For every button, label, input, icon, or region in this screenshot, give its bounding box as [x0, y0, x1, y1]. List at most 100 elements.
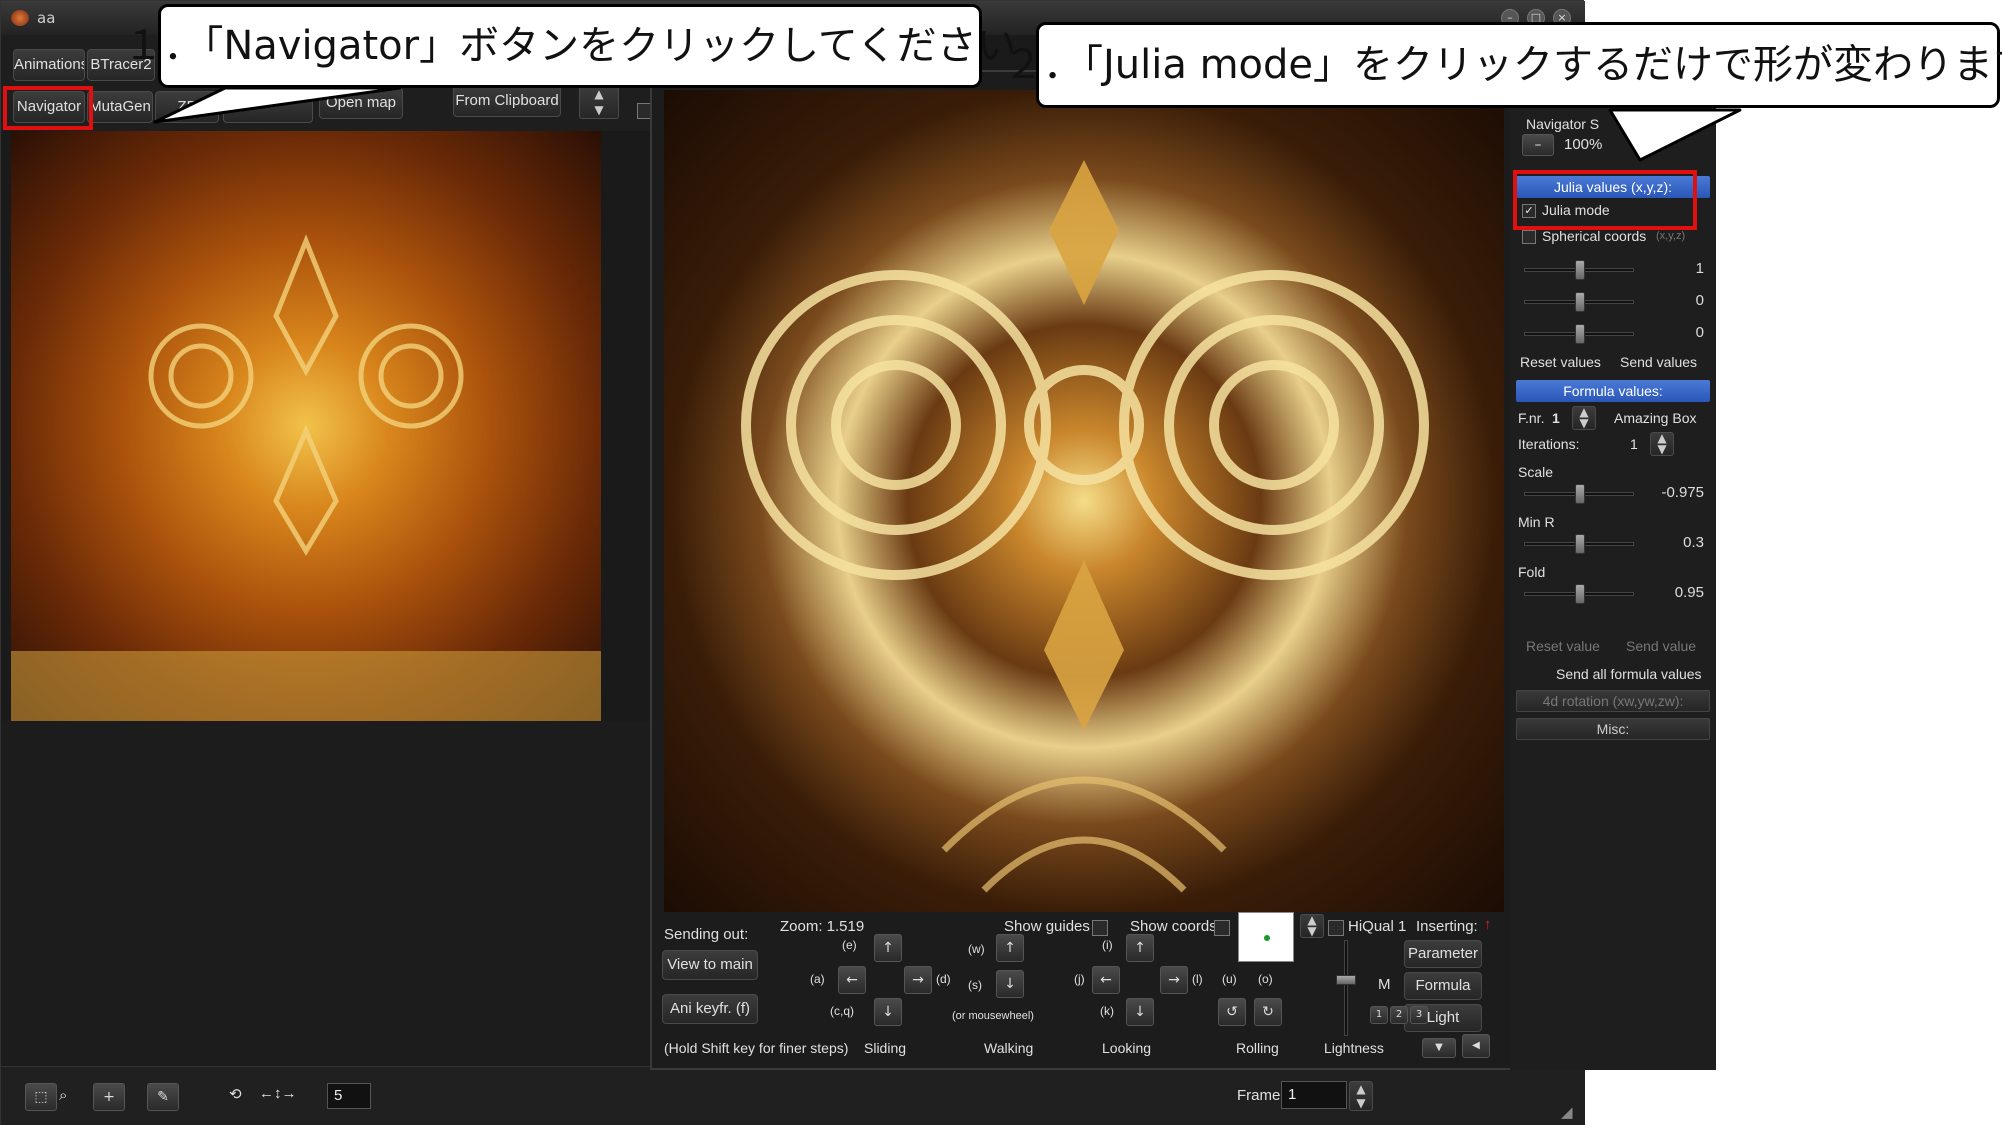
julia-y-slider[interactable]: [1524, 292, 1634, 312]
key-k-label: (k): [1100, 1004, 1114, 1018]
ani-keyframe-button[interactable]: Ani keyfr. (f): [662, 994, 758, 1024]
roll-left-button[interactable]: ↺: [1218, 998, 1246, 1026]
look-down-button[interactable]: ↓: [1126, 998, 1154, 1026]
crosshair-icon[interactable]: +: [93, 1083, 125, 1111]
key-j-label: (j): [1074, 972, 1085, 986]
hiqual-checkbox[interactable]: [1328, 920, 1344, 936]
hold-shift-hint: (Hold Shift key for finer steps): [664, 1040, 849, 1056]
step2-callout: ２．「Julia mode」をクリックするだけで形が変わります: [1003, 22, 2002, 108]
navigator-size-value: 100%: [1564, 136, 1603, 153]
julia-z-thumb[interactable]: [1575, 324, 1585, 344]
fold-slider[interactable]: [1524, 584, 1634, 604]
sliding-label: Sliding: [864, 1040, 907, 1056]
julia-mode-highlight: [1513, 170, 1697, 230]
down-arrow-button[interactable]: ▼: [1422, 1038, 1456, 1058]
slide-right-button[interactable]: →: [904, 966, 932, 994]
frame-field[interactable]: 1: [1281, 1081, 1347, 1109]
light-position-preview[interactable]: [1238, 912, 1294, 962]
open-map-button[interactable]: Open map: [319, 87, 403, 119]
mutagen-button[interactable]: MutaGen: [87, 91, 153, 123]
julia-x-slider[interactable]: [1524, 260, 1634, 280]
minr-thumb[interactable]: [1575, 534, 1585, 554]
iterations-stepper[interactable]: ▲ ▼: [1650, 432, 1674, 456]
insert-formula-button[interactable]: Formula: [1404, 972, 1482, 1000]
slide-left-button[interactable]: ←: [838, 966, 866, 994]
insert-parameter-button[interactable]: Parameter: [1404, 940, 1482, 968]
send-value-button[interactable]: Send value: [1626, 638, 1696, 654]
julia-z-slider[interactable]: [1524, 324, 1634, 344]
reset-value-button[interactable]: Reset value: [1526, 638, 1600, 654]
roll-right-button[interactable]: ↻: [1254, 998, 1282, 1026]
navigator-size-label: Navigator S: [1526, 116, 1600, 132]
hiqual-label: HiQual 1: [1348, 918, 1407, 935]
zoom-label: Zoom: 1.519: [780, 918, 865, 935]
frame-label: Frame:: [1237, 1087, 1285, 1104]
frame-stepper[interactable]: ▲ ▼: [1349, 1081, 1373, 1111]
lightness-label: Lightness: [1324, 1040, 1384, 1056]
key-s-label: (s): [968, 978, 982, 992]
light-2-button[interactable]: 2: [1390, 1006, 1408, 1024]
toolbar-stepper[interactable]: ▲ ▼: [579, 85, 619, 119]
scale-value: -0.975: [1661, 484, 1704, 501]
reset-values-button[interactable]: Reset values: [1520, 354, 1601, 370]
rotate-icon[interactable]: ⟲: [229, 1085, 242, 1103]
walk-forward-button[interactable]: ↑: [996, 934, 1024, 962]
show-guides-checkbox[interactable]: [1092, 920, 1108, 936]
hiqual-stepper[interactable]: ▲ ▼: [1300, 914, 1324, 938]
look-right-button[interactable]: →: [1160, 966, 1188, 994]
magnifier-icon[interactable]: ⌕: [59, 1087, 67, 1104]
spherical-coords-checkbox[interactable]: [1522, 230, 1536, 244]
fold-thumb[interactable]: [1575, 584, 1585, 604]
look-up-button[interactable]: ↑: [1126, 934, 1154, 962]
lightness-slider[interactable]: [1336, 940, 1356, 1036]
julia-y-value: 0: [1695, 292, 1704, 309]
light-1-button[interactable]: 1: [1370, 1006, 1388, 1024]
size-decrease-button[interactable]: –: [1522, 134, 1554, 156]
show-coords-checkbox[interactable]: [1214, 920, 1230, 936]
spherical-coords-label: Spherical coords: [1542, 228, 1647, 244]
from-clipboard-button[interactable]: From Clipboard: [453, 85, 561, 117]
minr-value: 0.3: [1683, 534, 1704, 551]
left-empty-area: [1, 721, 649, 1066]
navigator-render-image[interactable]: [664, 90, 1504, 912]
misc-header[interactable]: Misc:: [1516, 718, 1710, 740]
lightness-slider-thumb[interactable]: [1336, 975, 1356, 985]
fold-label: Fold: [1518, 564, 1546, 580]
zb-button[interactable]: ZB: [155, 91, 219, 123]
send-values-button[interactable]: Send values: [1620, 354, 1697, 370]
blank-button[interactable]: [223, 91, 313, 123]
window-title: aa: [37, 9, 56, 27]
fold-value: 0.95: [1674, 584, 1704, 601]
formula-values-header[interactable]: Formula values:: [1516, 380, 1710, 402]
minr-label: Min R: [1518, 514, 1555, 530]
scale-thumb[interactable]: [1575, 484, 1585, 504]
m-label: M: [1378, 976, 1391, 993]
slide-down-button[interactable]: ↓: [874, 998, 902, 1026]
minr-slider[interactable]: [1524, 534, 1634, 554]
walk-back-button[interactable]: ↓: [996, 970, 1024, 998]
select-region-icon[interactable]: ⬚: [25, 1083, 57, 1111]
julia-x-thumb[interactable]: [1575, 260, 1585, 280]
light-3-button[interactable]: 3: [1410, 1006, 1428, 1024]
julia-y-thumb[interactable]: [1575, 292, 1585, 312]
animations-button[interactable]: Animations: [13, 49, 85, 81]
view-to-main-button[interactable]: View to main: [662, 950, 758, 980]
slide-up-button[interactable]: ↑: [874, 934, 902, 962]
show-guides-label: Show guides: [1004, 918, 1090, 935]
status-bar: ⬚ ⌕ + ✎ ⟲ ←↕→ 5 Frame: 1 ▲ ▼ ◢: [1, 1066, 1585, 1125]
look-left-button[interactable]: ←: [1092, 966, 1120, 994]
scale-label: Scale: [1518, 464, 1554, 480]
step-field[interactable]: 5: [327, 1083, 371, 1109]
navigator-button-highlight: [3, 86, 93, 130]
move-arrows-icon[interactable]: ←↕→: [259, 1085, 297, 1102]
preview-fractal-image: [11, 131, 601, 721]
fnr-label: F.nr.: [1518, 410, 1545, 426]
send-all-formula-values-button[interactable]: Send all formula values: [1556, 666, 1702, 682]
rotation-4d-header[interactable]: 4d rotation (xw,yw,zw):: [1516, 690, 1710, 712]
scale-slider[interactable]: [1524, 484, 1634, 504]
pen-icon[interactable]: ✎: [147, 1083, 179, 1111]
inserting-label: Inserting:: [1416, 918, 1478, 935]
fnr-stepper[interactable]: ▲ ▼: [1572, 406, 1596, 430]
left-arrow-button[interactable]: ◀: [1462, 1034, 1490, 1058]
resize-grip-icon[interactable]: ◢: [1561, 1103, 1573, 1121]
